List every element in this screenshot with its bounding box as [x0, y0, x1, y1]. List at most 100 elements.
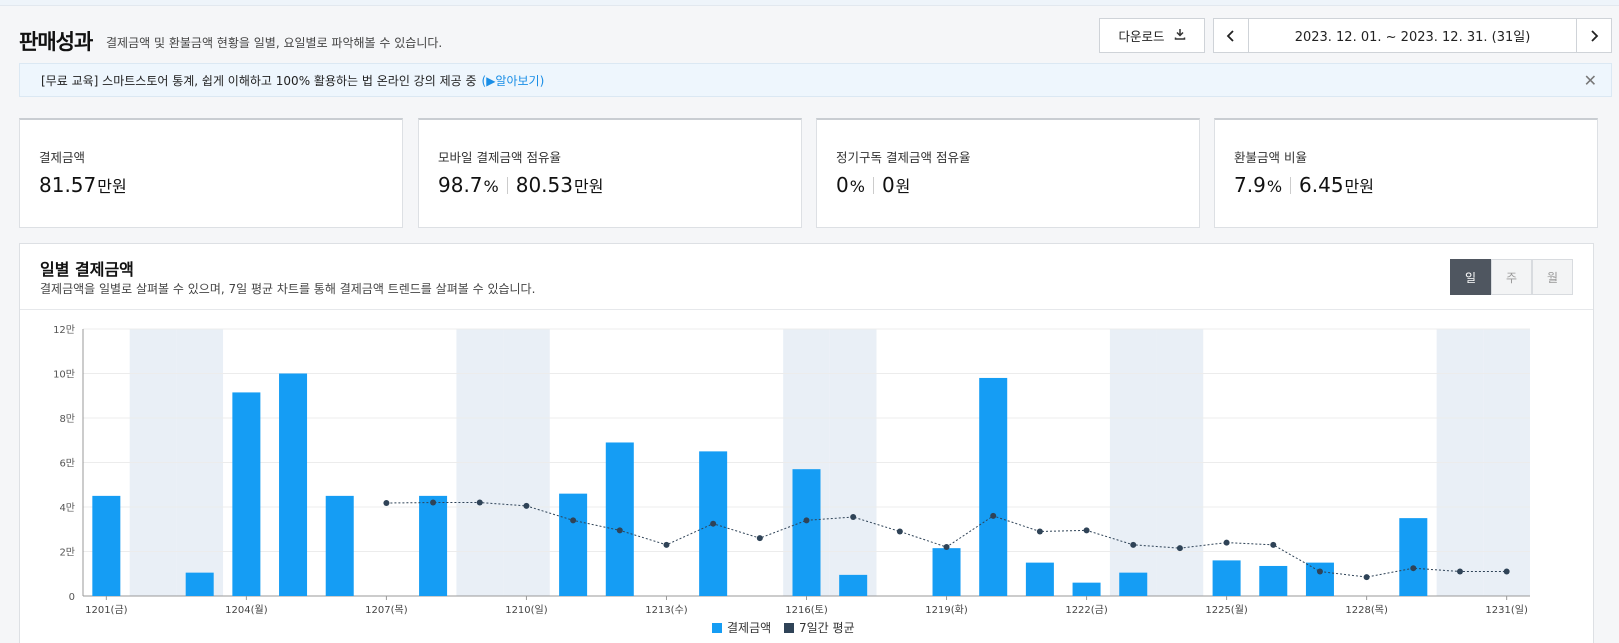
average-point — [430, 499, 437, 506]
bar — [1119, 572, 1148, 596]
next-period-button[interactable] — [1576, 18, 1612, 53]
average-point — [756, 535, 763, 542]
y-tick-label: 8만 — [59, 413, 75, 425]
average-point — [616, 527, 623, 534]
card-number: 81.57 — [39, 173, 97, 197]
bar — [325, 495, 354, 596]
card-refund-ratio: 환불금액 비율 7.9% 6.45 만원 — [1214, 118, 1598, 228]
x-tick-label: 1210(일) — [505, 604, 548, 616]
card-value: 0% 0원 — [836, 173, 910, 197]
card-number: 7.9 — [1234, 173, 1266, 197]
bar — [605, 442, 634, 596]
average-point — [1223, 539, 1230, 546]
average-point — [1083, 527, 1090, 534]
average-point — [1363, 574, 1370, 581]
bar — [232, 392, 261, 596]
card-value: 98.7% 80.53 만원 — [438, 173, 603, 197]
top-strip — [0, 0, 1619, 6]
card-unit: 만원 — [97, 177, 127, 196]
date-range-display[interactable]: 2023. 12. 01. ~ 2023. 12. 31. (31일) — [1248, 18, 1577, 53]
value-divider — [1290, 176, 1292, 194]
card-unit: % — [849, 177, 865, 196]
average-point — [1036, 528, 1043, 535]
legend-label: 7일간 평균 — [799, 621, 855, 635]
page-title: 판매성과 — [19, 30, 93, 54]
legend-swatch — [784, 623, 794, 633]
bar — [1399, 518, 1428, 596]
average-point — [383, 499, 390, 506]
bar — [1259, 565, 1288, 596]
average-point — [990, 512, 997, 519]
average-point — [476, 499, 483, 506]
average-point — [523, 502, 530, 509]
average-point — [1503, 568, 1510, 575]
card-unit: % — [1266, 177, 1283, 196]
card-label: 정기구독 결제금액 점유율 — [836, 150, 971, 165]
chart-description: 결제금액을 일별로 살펴볼 수 있으며, 7일 평균 차트를 통해 결제금액 트… — [40, 282, 536, 296]
bar — [279, 373, 308, 596]
card-number-secondary: 0 — [881, 173, 895, 197]
average-point — [663, 541, 670, 548]
bar — [792, 469, 821, 596]
tab-daily[interactable]: 일 — [1450, 259, 1491, 295]
card-label: 모바일 결제금액 점유율 — [438, 150, 561, 165]
average-point — [1456, 568, 1463, 575]
bar — [1025, 562, 1054, 596]
bar — [1072, 582, 1101, 596]
chevron-left-icon — [1226, 29, 1234, 42]
card-subscription-share: 정기구독 결제금액 점유율 0% 0원 — [816, 118, 1200, 228]
download-icon — [1174, 28, 1186, 43]
x-tick-label: 1222(금) — [1065, 604, 1108, 616]
legend-label: 결제금액 — [727, 621, 771, 635]
card-payment-amount: 결제금액 81.57 만원 — [19, 118, 403, 228]
card-unit-secondary: 만원 — [574, 177, 604, 196]
x-tick-label: 1219(화) — [925, 604, 968, 616]
close-icon[interactable]: ✕ — [1584, 71, 1597, 90]
card-value: 7.9% 6.45 만원 — [1234, 173, 1374, 197]
x-tick-label: 1207(목) — [365, 604, 408, 616]
y-tick-label: 2만 — [59, 547, 75, 559]
average-point — [1176, 545, 1183, 552]
panel-header: 일별 결제금액 결제금액을 일별로 살펴볼 수 있으며, 7일 평균 차트를 통… — [20, 244, 1593, 310]
bar — [1212, 560, 1241, 596]
page-description: 결제금액 및 환불금액 현황을 일별, 요일별로 파악해볼 수 있습니다. — [106, 36, 443, 50]
average-point — [803, 517, 810, 524]
y-tick-label: 0 — [69, 592, 75, 603]
prev-period-button[interactable] — [1213, 18, 1249, 53]
card-number-secondary: 6.45 — [1299, 173, 1344, 197]
value-divider — [872, 176, 874, 194]
card-number: 0 — [836, 173, 849, 197]
notice-banner: [무료 교육] 스마트스토어 통계, 쉽게 이해하고 100% 활용하는 법 온… — [19, 63, 1612, 97]
x-tick-label: 1231(일) — [1485, 604, 1528, 616]
download-label: 다운로드 — [1118, 29, 1165, 44]
tab-weekly[interactable]: 주 — [1491, 259, 1532, 295]
bar — [419, 495, 448, 596]
average-point — [896, 528, 903, 535]
card-label: 결제금액 — [39, 150, 86, 165]
download-button[interactable]: 다운로드 — [1099, 18, 1205, 53]
bar — [979, 377, 1008, 596]
x-tick-label: 1201(금) — [85, 604, 128, 616]
average-point — [943, 544, 950, 551]
notice-text: [무료 교육] 스마트스토어 통계, 쉽게 이해하고 100% 활용하는 법 온… — [41, 73, 477, 88]
tab-monthly[interactable]: 월 — [1532, 259, 1573, 295]
notice-link[interactable]: (▶알아보기) — [482, 72, 545, 89]
card-number-secondary: 80.53 — [515, 173, 573, 197]
card-mobile-share: 모바일 결제금액 점유율 98.7% 80.53 만원 — [418, 118, 802, 228]
x-tick-label: 1225(월) — [1205, 604, 1248, 616]
x-tick-label: 1213(수) — [645, 604, 688, 616]
average-point — [570, 517, 577, 524]
average-point — [710, 520, 717, 527]
daily-payment-panel: 일별 결제금액 결제금액을 일별로 살펴볼 수 있으며, 7일 평균 차트를 통… — [19, 243, 1594, 643]
bar — [932, 548, 961, 596]
y-tick-label: 4만 — [59, 502, 75, 514]
card-unit-secondary: 원 — [895, 177, 911, 196]
x-tick-label: 1228(목) — [1345, 604, 1388, 616]
bar — [1305, 562, 1334, 596]
bar — [92, 495, 121, 596]
card-number: 98.7 — [438, 173, 483, 197]
x-tick-label: 1216(토) — [785, 605, 828, 616]
average-point — [1410, 565, 1417, 572]
x-tick-label: 1204(월) — [225, 604, 268, 616]
card-label: 환불금액 비율 — [1234, 150, 1307, 165]
